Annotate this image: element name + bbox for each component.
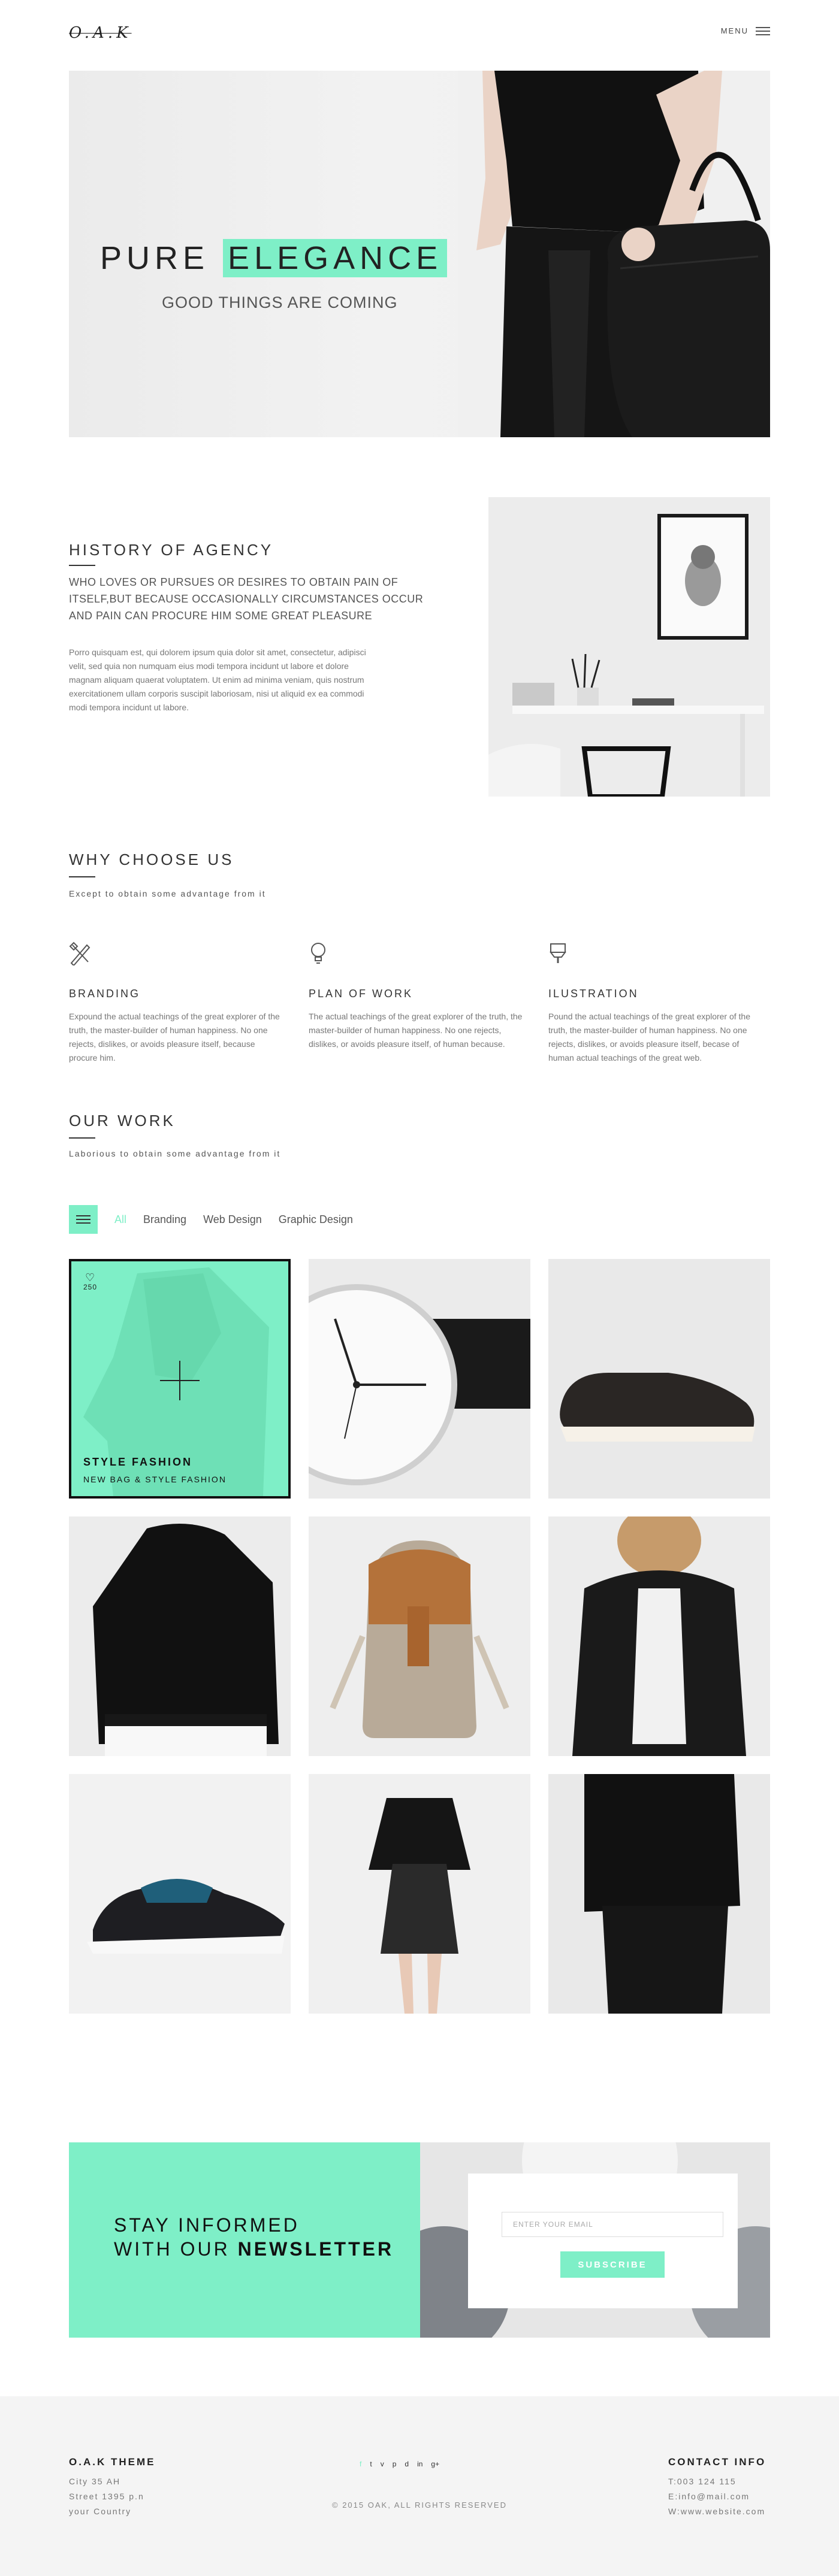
work-title: OUR WORK <box>69 1112 176 1130</box>
sneaker-image <box>69 1774 291 2014</box>
why-title: WHY CHOOSE US <box>69 850 234 868</box>
newsletter-section: STAY INFORMED WITH OUR NEWSLETTER SUBSCR… <box>69 2142 770 2338</box>
woman-leather-jacket-image <box>548 1516 770 1756</box>
google-plus-icon[interactable]: g+ <box>431 2460 439 2468</box>
feature-text: Pound the actual teachings of the great … <box>548 1012 751 1063</box>
page: O.A.K MENU PURE ELEGANCE GOOD THINGS ARE… <box>0 0 839 2576</box>
portfolio-item-jacket[interactable] <box>69 1516 291 1756</box>
filter-menu-button[interactable] <box>69 1205 98 1234</box>
footer: O.A.K THEME City 35 AH Street 1395 p.n y… <box>0 2396 839 2576</box>
menu-label: MENU <box>720 26 749 35</box>
portfolio-item-watch[interactable] <box>309 1259 530 1499</box>
pencil-ruler-icon <box>69 942 90 967</box>
linkedin-icon[interactable]: in <box>417 2460 422 2468</box>
portfolio-item-sneaker[interactable] <box>69 1774 291 2014</box>
hamburger-icon <box>76 1215 90 1224</box>
email-input[interactable] <box>502 2212 723 2237</box>
paint-bucket-icon <box>550 943 566 963</box>
tile-title: STYLE FASHION <box>83 1456 193 1468</box>
facebook-icon[interactable]: f <box>360 2460 361 2468</box>
why-subtitle: Except to obtain some advantage from it <box>69 889 266 898</box>
likes-counter[interactable]: ♡ 250 <box>83 1272 97 1291</box>
footer-address: City 35 AH Street 1395 p.n your Country <box>69 2477 144 2516</box>
plus-icon-vertical <box>179 1361 180 1400</box>
portfolio-item-dress[interactable] <box>309 1774 530 2014</box>
watch-image <box>309 1259 530 1499</box>
feature-title: ILUSTRATION <box>548 988 639 1000</box>
heart-icon: ♡ <box>84 1272 96 1284</box>
feature-text: The actual teachings of the great explor… <box>309 1012 523 1049</box>
leather-jacket-image <box>69 1516 291 1756</box>
logo[interactable]: O.A.K <box>69 24 132 42</box>
feature-plan-of-work: PLAN OF WORK The actual teachings of the… <box>309 942 524 1051</box>
newsletter-heading-line2: WITH OUR NEWSLETTER <box>114 2238 394 2260</box>
portfolio-item-shoe[interactable] <box>548 1259 770 1499</box>
history-divider <box>69 565 95 566</box>
history-lead: WHO LOVES OR PURSUES OR DESIRES TO OBTAI… <box>69 576 424 622</box>
why-divider <box>69 876 95 877</box>
twitter-icon[interactable]: t <box>370 2460 372 2468</box>
newsletter-heading-line1: STAY INFORMED <box>114 2214 300 2236</box>
history-body: Porro quisquam est, qui dolorem ipsum qu… <box>69 647 366 712</box>
newsletter-background: SUBSCRIBE <box>420 2142 770 2338</box>
filter-branding[interactable]: Branding <box>143 1213 186 1226</box>
hero-subtitle: GOOD THINGS ARE COMING <box>162 293 398 311</box>
filter-web-design[interactable]: Web Design <box>203 1213 262 1226</box>
footer-theme-title: O.A.K THEME <box>69 2456 156 2468</box>
filter-all[interactable]: All <box>114 1213 126 1226</box>
feature-title: BRANDING <box>69 988 141 1000</box>
slip-on-shoe-image <box>548 1259 770 1499</box>
work-subtitle: Laborious to obtain some advantage from … <box>69 1149 281 1158</box>
portfolio-item-featured[interactable]: ♡ 250 STYLE FASHION NEW BAG & STYLE FASH… <box>69 1259 291 1499</box>
work-divider <box>69 1137 95 1139</box>
black-outfit-image <box>548 1774 770 2014</box>
hero-title: PURE ELEGANCE <box>100 239 448 277</box>
footer-contact-title: CONTACT INFO <box>668 2456 766 2468</box>
newsletter-form: SUBSCRIBE <box>468 2174 738 2308</box>
subscribe-button[interactable]: SUBSCRIBE <box>560 2251 665 2278</box>
footer-contact-info: T:003 124 115 E:info@mail.com W:www.webs… <box>668 2477 766 2516</box>
feature-title: PLAN OF WORK <box>309 988 414 1000</box>
backpack-image <box>309 1516 530 1756</box>
social-links: f t v p d in g+ <box>360 2460 439 2468</box>
history-title: HISTORY OF AGENCY <box>69 541 274 559</box>
hero-model-image <box>458 71 770 437</box>
portfolio-item-woman-jacket[interactable] <box>548 1516 770 1756</box>
lightbulb-icon <box>311 943 325 964</box>
feature-text: Expound the actual teachings of the grea… <box>69 1012 280 1063</box>
newsletter-panel: STAY INFORMED WITH OUR NEWSLETTER <box>69 2142 420 2338</box>
polka-dress-image <box>309 1774 530 2014</box>
feature-branding: BRANDING Expound the actual teachings of… <box>69 942 285 1065</box>
portfolio-filters: All Branding Web Design Graphic Design <box>69 1205 353 1234</box>
hero-title-highlight: ELEGANCE <box>223 239 448 277</box>
tile-subtitle: NEW BAG & STYLE FASHION <box>83 1475 227 1484</box>
menu-button[interactable]: MENU <box>721 26 770 35</box>
office-desk-image <box>488 497 770 797</box>
filter-graphic-design[interactable]: Graphic Design <box>279 1213 353 1226</box>
portfolio-item-black-outfit[interactable] <box>548 1774 770 2014</box>
vimeo-icon[interactable]: v <box>381 2460 384 2468</box>
header: O.A.K MENU <box>0 0 839 71</box>
feature-ilustration: ILUSTRATION Pound the actual teachings o… <box>548 942 764 1065</box>
portfolio-item-backpack[interactable] <box>309 1516 530 1756</box>
hamburger-icon <box>756 26 770 35</box>
pinterest-icon[interactable]: p <box>393 2460 397 2468</box>
dribbble-icon[interactable]: d <box>405 2460 409 2468</box>
hero-banner: PURE ELEGANCE GOOD THINGS ARE COMING <box>69 71 770 437</box>
